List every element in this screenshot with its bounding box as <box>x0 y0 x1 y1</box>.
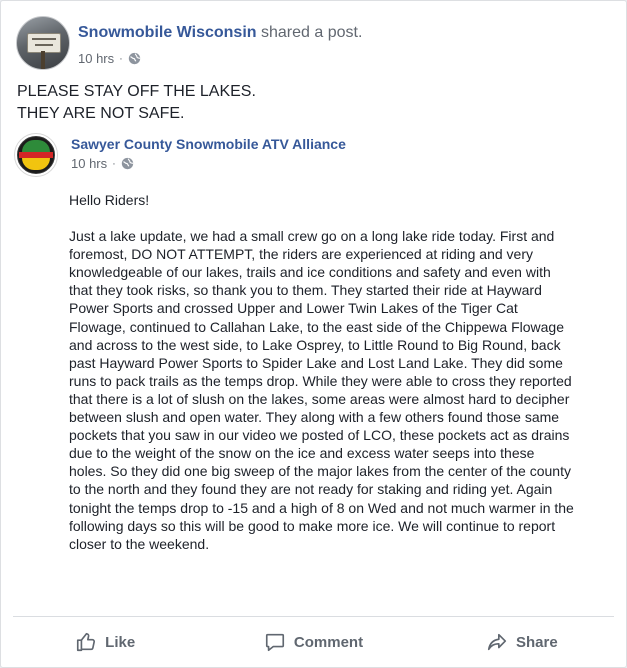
post-message: PLEASE STAY OFF THE LAKES. THEY ARE NOT … <box>17 81 607 125</box>
avatar-post-image <box>41 51 45 69</box>
paragraph-line: tonight the temps drop to -15 and a high… <box>69 499 574 516</box>
shared-avatar[interactable] <box>14 133 58 177</box>
globe-icon[interactable] <box>128 52 141 65</box>
paragraph-line: Power Sports and crossed Upper and Lower… <box>69 300 518 317</box>
paragraph-line: holes. So they did one big sweep of the … <box>69 463 571 480</box>
shared-post: Sawyer County Snowmobile ATV Alliance 10… <box>14 131 614 591</box>
action-bar: Like Comment Share <box>1 624 626 660</box>
paragraph-line: foremost, DO NOT ATTEMPT, the riders are… <box>69 246 533 263</box>
post-meta: 10 hrs · <box>78 51 141 66</box>
shared-author-link[interactable]: Sawyer County Snowmobile ATV Alliance <box>71 136 346 152</box>
paragraph-line: Flowage, continued to Callahan Lake, to … <box>69 318 564 335</box>
post-header: Snowmobile Wisconsin shared a post. 10 h… <box>16 16 616 70</box>
author-link[interactable]: Snowmobile Wisconsin <box>78 24 257 41</box>
update-paragraph: Just a lake update, we had a small crew … <box>69 227 614 553</box>
shared-timestamp[interactable]: 10 hrs <box>71 156 107 171</box>
comment-label: Comment <box>293 633 364 651</box>
post-title: Snowmobile Wisconsin shared a post. <box>78 24 362 42</box>
like-label: Like <box>105 633 136 651</box>
speech-bubble-icon <box>265 633 284 652</box>
paragraph-line: due to the weight of the snow on the ice… <box>69 445 535 462</box>
paragraph-line: runs to pack trails as the temps drop. W… <box>69 372 572 389</box>
post-timestamp[interactable]: 10 hrs <box>78 51 114 66</box>
paragraph-line: following days so this will be good to m… <box>69 517 556 534</box>
meta-separator: · <box>119 52 123 65</box>
shared-body: Hello Riders! Just a lake update, we had… <box>69 191 614 571</box>
message-line: PLEASE STAY OFF THE LAKES. <box>17 83 256 100</box>
paragraph-line: Just a lake update, we had a small crew … <box>69 228 555 245</box>
like-button[interactable]: Like <box>1 624 209 660</box>
meta-separator: · <box>112 157 116 170</box>
share-button[interactable]: Share <box>418 624 626 660</box>
paragraph-line: between slush and open water. They along… <box>69 409 560 426</box>
paragraph-line: that there is a lot of slush on the lake… <box>69 390 570 407</box>
share-action-text: shared a post. <box>261 24 363 41</box>
thumbs-up-icon <box>77 632 96 652</box>
shared-meta: 10 hrs · <box>71 156 134 171</box>
avatar-sign-image <box>27 33 61 53</box>
share-label: Share <box>515 633 558 651</box>
paragraph-line: knowledgeable of our lakes, trails and i… <box>69 264 551 281</box>
avatar[interactable] <box>16 16 70 70</box>
paragraph-line: past Hayward Power Sports to Spider Lake… <box>69 354 563 371</box>
greeting-text: Hello Riders! <box>69 192 150 208</box>
post-card: Snowmobile Wisconsin shared a post. 10 h… <box>0 0 627 668</box>
share-arrow-icon <box>487 633 507 651</box>
comment-button[interactable]: Comment <box>209 624 417 660</box>
actions-divider <box>13 616 614 617</box>
globe-icon[interactable] <box>121 157 134 170</box>
paragraph-line: that they took risks, so thank you to th… <box>69 282 542 299</box>
paragraph-line: and across to the west side, to Lake Osp… <box>69 336 561 353</box>
message-line: THEY ARE NOT SAFE. <box>17 105 185 122</box>
paragraph-line: to the north and they found they are not… <box>69 481 553 498</box>
paragraph-line: pockets that you saw in our video we pos… <box>69 427 570 444</box>
paragraph-line: closer to the weekend. <box>69 535 210 552</box>
